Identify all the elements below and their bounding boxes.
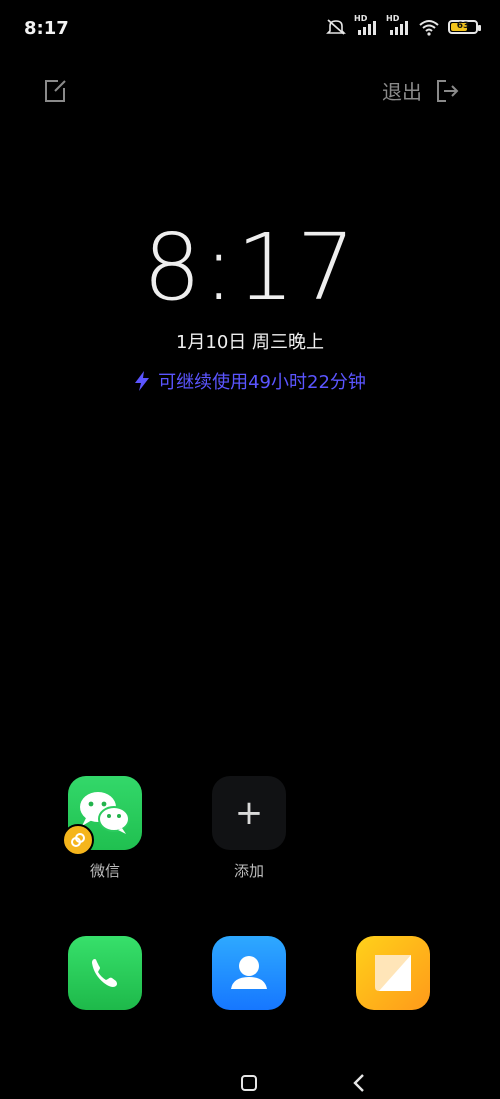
mute-icon: [326, 19, 346, 35]
top-bar: 退出: [0, 70, 500, 114]
app-label: 微信: [89, 862, 120, 880]
navigation-bar: [0, 1062, 500, 1099]
app-add[interactable]: + 添加: [212, 776, 286, 881]
status-icons: HD HD 63: [326, 14, 481, 36]
plus-icon: +: [234, 793, 264, 833]
battery-life-text: 可继续使用49小时22分钟: [158, 372, 366, 393]
battery-life-info: 可继续使用49小时22分钟: [0, 368, 500, 394]
lightning-icon: [135, 371, 150, 391]
signal-strength-1: HD: [354, 14, 378, 36]
dock-notes[interactable]: [356, 936, 430, 1010]
status-time: 8:17: [24, 18, 69, 39]
dual-app-icon: [71, 833, 85, 847]
signal-strength-2: HD: [386, 14, 410, 36]
add-tile[interactable]: +: [212, 776, 286, 850]
lock-clock: 8:17: [142, 214, 358, 321]
wifi-icon: [419, 20, 439, 36]
app-label: 添加: [233, 862, 264, 880]
status-bar: 8:17 HD HD 63: [0, 0, 500, 56]
battery-level: 63: [456, 21, 470, 31]
dock-phone[interactable]: [68, 936, 142, 1010]
notes-icon: [375, 955, 411, 991]
app-wechat[interactable]: 微信: [62, 776, 142, 881]
contacts-icon: [231, 956, 267, 989]
exit-icon: [437, 79, 459, 102]
lock-date: 1月10日 周三晚上: [175, 332, 325, 353]
edit-icon[interactable]: [42, 78, 68, 104]
dual-app-badge: [62, 824, 94, 856]
battery-icon: 63: [448, 20, 481, 34]
wechat-tile[interactable]: [62, 776, 142, 856]
back-button[interactable]: [350, 1072, 368, 1094]
signal-icon: [390, 21, 408, 35]
exit-label: 退出: [382, 80, 422, 104]
phone-icon: [92, 959, 117, 987]
dock-contacts[interactable]: [212, 936, 286, 1010]
signal-icon: [358, 21, 376, 35]
exit-button[interactable]: 退出: [382, 76, 460, 105]
dock: [0, 936, 500, 1012]
home-button[interactable]: [240, 1074, 258, 1092]
